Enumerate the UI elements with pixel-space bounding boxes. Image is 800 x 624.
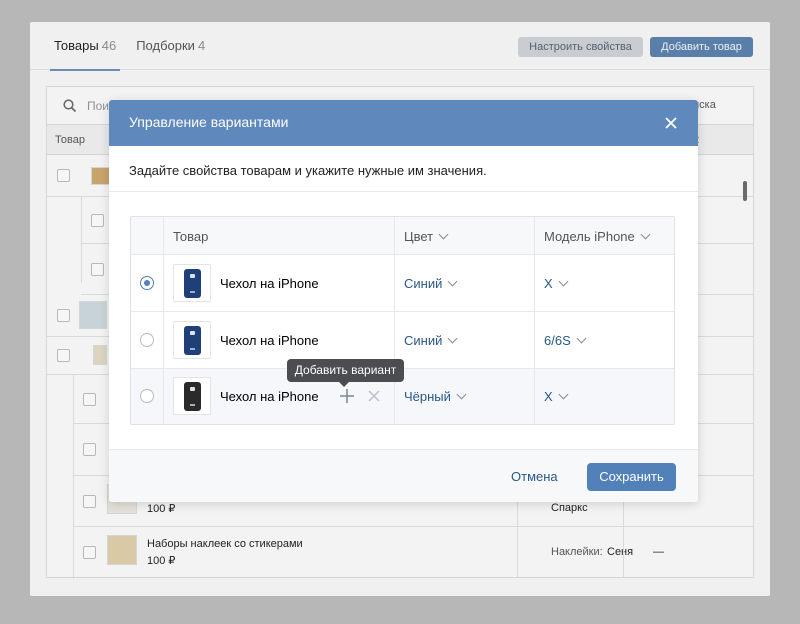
variant-row: Чехол на iPhone Синий X [131, 255, 674, 312]
product-price: 100 ₽ [147, 555, 176, 567]
color-value: Синий [404, 333, 443, 348]
variant-radio[interactable] [140, 333, 154, 347]
scrollbar-thumb[interactable] [743, 181, 747, 201]
column-model-header[interactable]: Модель iPhone [544, 229, 651, 244]
tab-products-count: 46 [101, 38, 117, 53]
remove-icon[interactable] [367, 389, 381, 403]
top-bar: Товары 46 Подборки 4 Настроить свойства До… [30, 22, 770, 71]
tab-collections-label: Подборки [136, 38, 195, 53]
column-divider [534, 217, 535, 424]
color-select[interactable]: Чёрный [404, 389, 467, 404]
product-thumbnail [173, 377, 211, 415]
tab-products[interactable]: Товары 46 [50, 22, 121, 71]
product-attribute: Спаркс [551, 502, 588, 514]
model-value: 6/6S [544, 333, 571, 348]
modal-description: Задайте свойства товарам и укажите нужны… [109, 146, 698, 192]
product-title[interactable]: Наборы наклеек со стикерами [147, 538, 303, 550]
column-color-label: Цвет [404, 229, 434, 244]
variant-radio[interactable] [140, 389, 154, 403]
configure-properties-button[interactable]: Настроить свойства [518, 37, 643, 57]
chevron-down-icon [576, 333, 587, 344]
product-attribute-label: Наклейки: [551, 546, 603, 558]
variant-name: Чехол на iPhone [220, 389, 319, 404]
product-thumbnail [93, 345, 107, 365]
chevron-down-icon [558, 276, 569, 287]
plus-icon[interactable] [339, 388, 355, 404]
column-color-header[interactable]: Цвет [404, 229, 449, 244]
modal-title: Управление вариантами [129, 114, 289, 130]
row-checkbox[interactable] [83, 546, 96, 559]
chevron-down-icon [447, 333, 458, 344]
column-product-header: Товар [173, 229, 209, 244]
color-value: Чёрный [404, 389, 451, 404]
phone-case-image [184, 269, 201, 298]
row-checkbox[interactable] [57, 349, 70, 362]
product-thumbnail [107, 535, 137, 565]
row-checkbox[interactable] [91, 263, 104, 276]
chevron-down-icon [640, 229, 651, 240]
chevron-down-icon [438, 229, 449, 240]
model-select[interactable]: 6/6S [544, 333, 587, 348]
row-checkbox[interactable] [83, 393, 96, 406]
row-checkbox[interactable] [57, 169, 70, 182]
product-thumbnail [79, 301, 107, 329]
variants-table-header: Товар Цвет Модель iPhone [131, 217, 674, 255]
color-select[interactable]: Синий [404, 276, 458, 291]
model-select[interactable]: X [544, 276, 569, 291]
color-select[interactable]: Синий [404, 333, 458, 348]
phone-case-image [184, 382, 201, 411]
row-checkbox[interactable] [91, 214, 104, 227]
product-thumbnail [91, 167, 111, 185]
product-price: 100 ₽ [147, 503, 176, 515]
product-dash: — [653, 546, 664, 558]
color-value: Синий [404, 276, 443, 291]
chevron-down-icon [558, 389, 569, 400]
column-divider [394, 217, 395, 424]
product-thumbnail [173, 321, 211, 359]
chevron-down-icon [447, 276, 458, 287]
cancel-button[interactable]: Отмена [511, 469, 558, 484]
tab-collections-count: 4 [197, 38, 206, 53]
product-attribute-value: Сеня [607, 546, 634, 558]
table-row: Наборы наклеек со стикерами 100 ₽ Наклей… [73, 527, 753, 578]
variant-name: Чехол на iPhone [220, 333, 319, 348]
chevron-down-icon [456, 389, 467, 400]
tab-collections[interactable]: Подборки 4 [132, 22, 209, 70]
variants-modal: Управление вариантами Задайте свойства т… [109, 100, 698, 502]
row-checkbox[interactable] [57, 309, 70, 322]
row-checkbox[interactable] [83, 443, 96, 456]
product-thumbnail [173, 264, 211, 302]
variant-name: Чехол на iPhone [220, 276, 319, 291]
modal-header: Управление вариантами [109, 100, 698, 146]
model-select[interactable]: X [544, 389, 569, 404]
add-product-button[interactable]: Добавить товар [650, 37, 753, 57]
save-button[interactable]: Сохранить [587, 463, 676, 491]
variants-table: Товар Цвет Модель iPhone Чехол на iPhone… [130, 216, 675, 425]
modal-footer: Отмена Сохранить [109, 449, 698, 502]
add-variant-tooltip: Добавить вариант [287, 359, 404, 387]
column-product-header: Товар [55, 134, 85, 146]
variant-radio[interactable] [140, 276, 154, 290]
tabs: Товары 46 Подборки 4 [50, 22, 209, 71]
column-model-label: Модель iPhone [544, 229, 635, 244]
model-value: X [544, 389, 553, 404]
close-icon[interactable] [662, 114, 680, 132]
tab-products-label: Товары [54, 38, 99, 53]
row-checkbox[interactable] [83, 495, 96, 508]
column-divider [163, 217, 164, 424]
phone-case-image [184, 326, 201, 355]
search-icon [63, 99, 77, 113]
model-value: X [544, 276, 553, 291]
